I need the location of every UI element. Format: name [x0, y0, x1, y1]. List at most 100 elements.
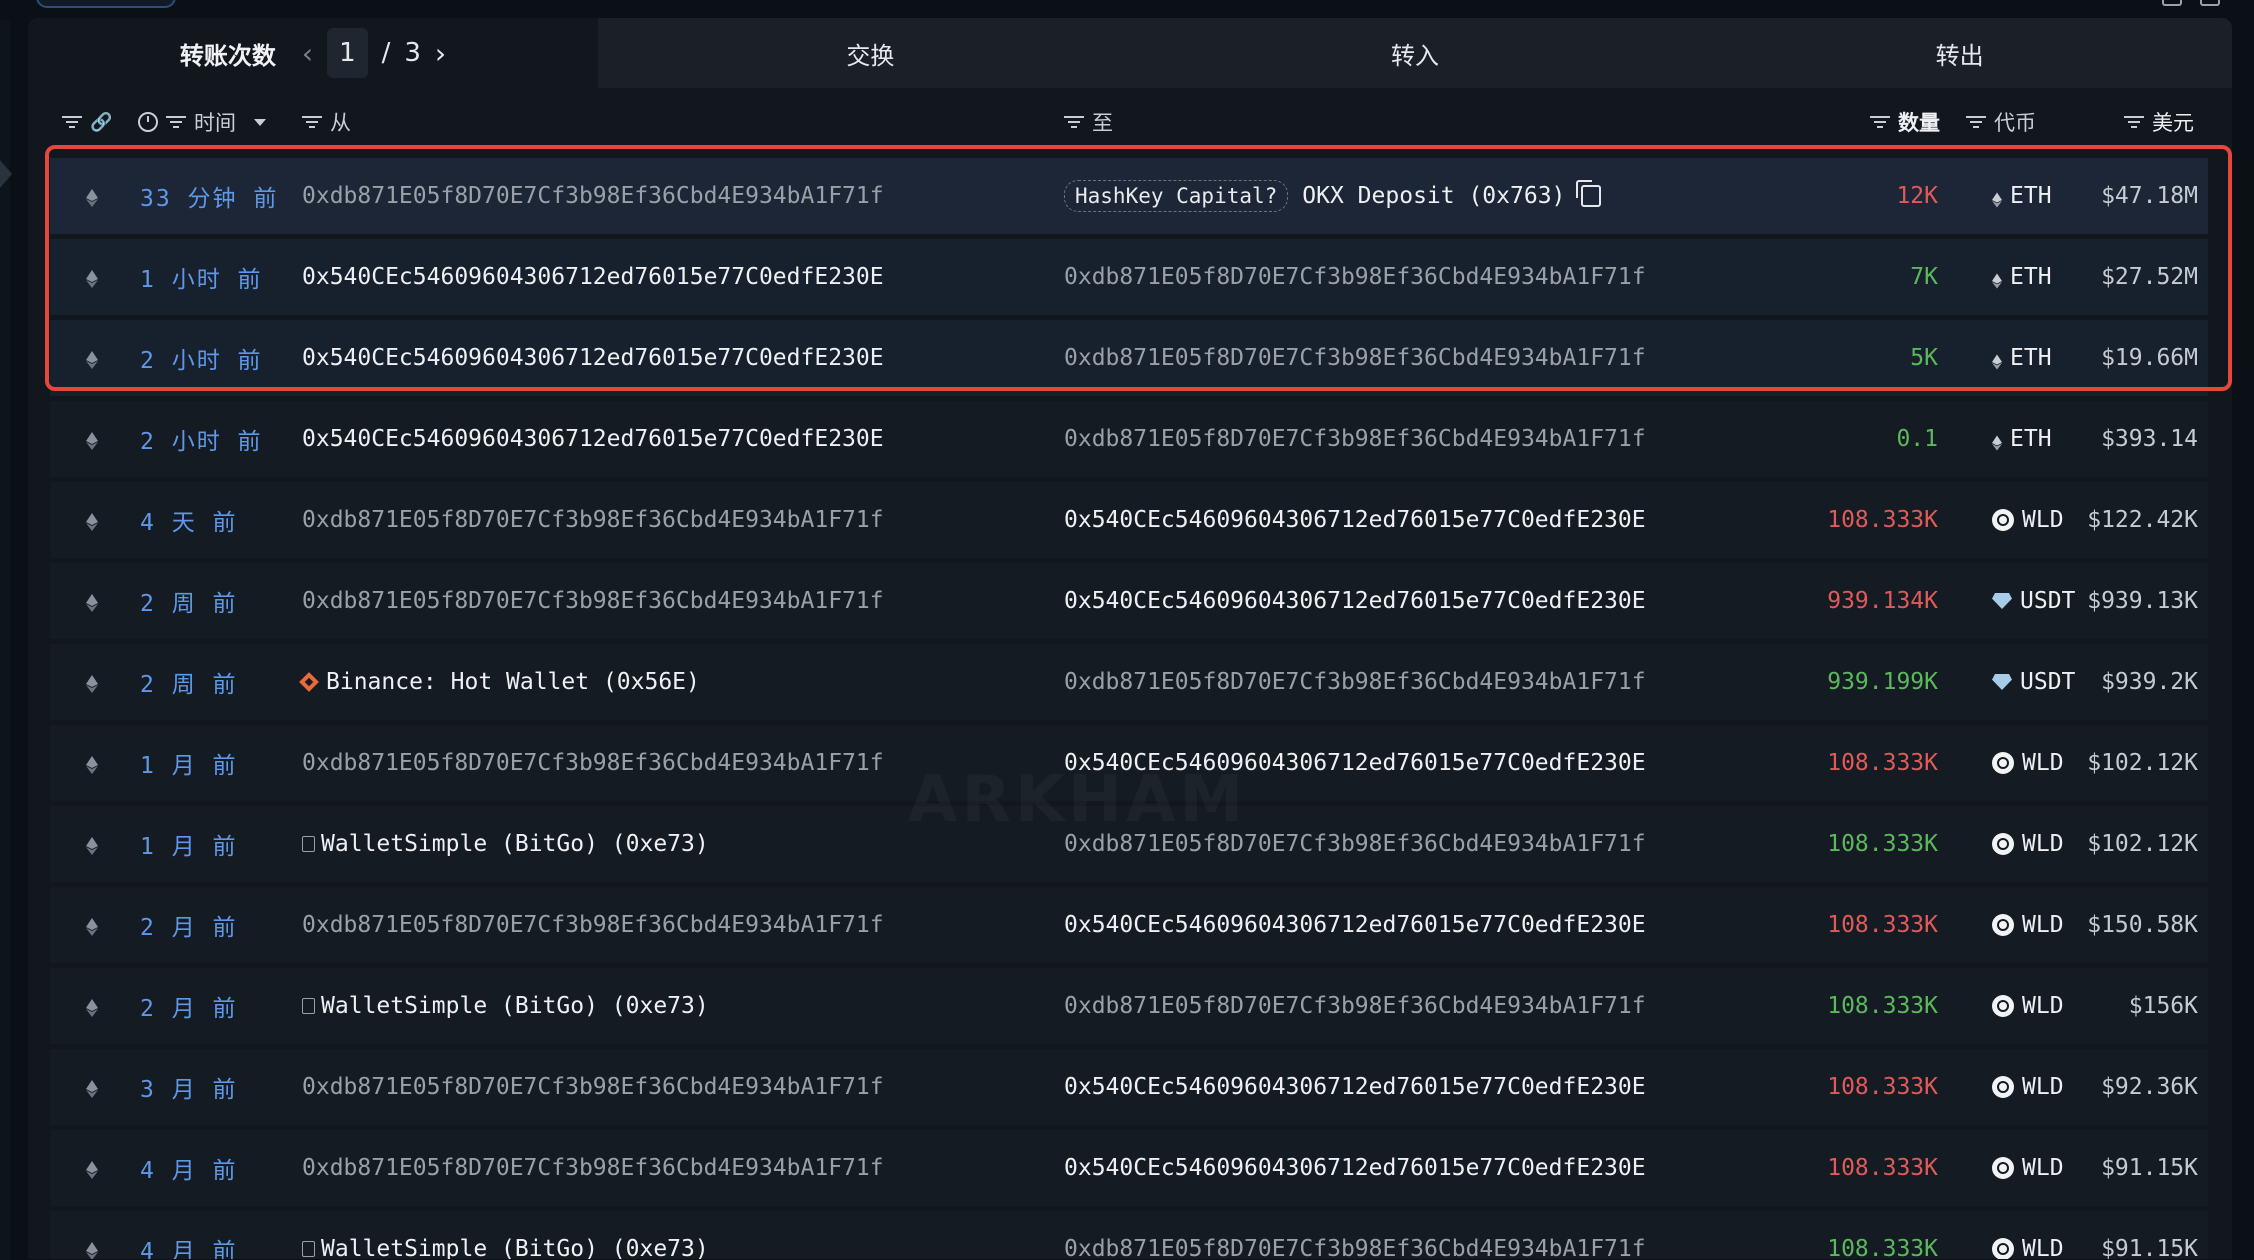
- table-row[interactable]: 4 月 前 WalletSimple (BitGo) (0xe73) 0xdb871…: [50, 1211, 2208, 1259]
- eth-token-icon: [1992, 431, 2002, 451]
- to-address[interactable]: HashKey Capital? OKX Deposit (0x763): [1064, 158, 1602, 234]
- filter-icon[interactable]: [1966, 115, 1986, 129]
- time-link[interactable]: 4 月 前: [140, 1130, 238, 1206]
- to-address[interactable]: 0xdb871E05f8D70E7Cf3b98Ef36Cbd4E934bA1F7…: [1064, 239, 1646, 315]
- ethereum-chain-icon: [86, 754, 98, 774]
- token-cell[interactable]: USDT: [1992, 644, 2075, 720]
- filter-icon[interactable]: [166, 115, 186, 129]
- token-cell[interactable]: WLD: [1992, 482, 2064, 558]
- filter-icon[interactable]: [62, 115, 82, 129]
- from-address[interactable]: 0x540CEc54609604306712ed76015e77C0edfE23…: [302, 320, 884, 396]
- token-cell[interactable]: WLD: [1992, 1211, 2064, 1259]
- sort-desc-icon[interactable]: [254, 118, 266, 126]
- from-column-header[interactable]: 从: [302, 88, 351, 156]
- pager-prev-icon[interactable]: ‹: [302, 37, 313, 70]
- time-link[interactable]: 4 天 前: [140, 482, 238, 558]
- copy-icon[interactable]: [1576, 180, 1602, 207]
- to-address[interactable]: 0xdb871E05f8D70E7Cf3b98Ef36Cbd4E934bA1F7…: [1064, 401, 1646, 477]
- to-address-text: 0x540CEc54609604306712ed76015e77C0edfE23…: [1064, 1155, 1646, 1181]
- token-cell[interactable]: WLD: [1992, 725, 2064, 801]
- from-address[interactable]: 0x540CEc54609604306712ed76015e77C0edfE23…: [302, 401, 884, 477]
- time-link[interactable]: 2 周 前: [140, 563, 238, 639]
- window-icon[interactable]: [2162, 0, 2182, 6]
- to-address[interactable]: 0x540CEc54609604306712ed76015e77C0edfE23…: [1064, 482, 1646, 558]
- time-link[interactable]: 4 月 前: [140, 1211, 238, 1259]
- token-cell[interactable]: ETH: [1992, 158, 2052, 234]
- filter-icon[interactable]: [2124, 115, 2144, 129]
- filter-icon[interactable]: [1870, 115, 1890, 129]
- to-address[interactable]: 0xdb871E05f8D70E7Cf3b98Ef36Cbd4E934bA1F7…: [1064, 968, 1646, 1044]
- token-cell[interactable]: ETH: [1992, 239, 2052, 315]
- from-address[interactable]: 0xdb871E05f8D70E7Cf3b98Ef36Cbd4E934bA1F7…: [302, 482, 884, 558]
- table-row[interactable]: 1 小时 前 0x540CEc54609604306712ed76015e77C0…: [50, 239, 2208, 315]
- from-address[interactable]: 0x540CEc54609604306712ed76015e77C0edfE23…: [302, 239, 884, 315]
- pager-next-icon[interactable]: ›: [435, 37, 446, 70]
- time-link[interactable]: 2 小时 前: [140, 401, 263, 477]
- table-row[interactable]: 33 分钟 前 0xdb871E05f8D70E7Cf3b98Ef36Cbd4E9…: [50, 158, 2208, 234]
- tab-swaps[interactable]: 交换: [598, 18, 1143, 88]
- tab-inflow[interactable]: 转入: [1142, 18, 1688, 88]
- to-address[interactable]: 0x540CEc54609604306712ed76015e77C0edfE23…: [1064, 1049, 1646, 1125]
- time-link[interactable]: 1 小时 前: [140, 239, 263, 315]
- table-row[interactable]: 2 小时 前 0x540CEc54609604306712ed76015e77C0…: [50, 401, 2208, 477]
- collapse-arrow-icon[interactable]: [0, 160, 12, 188]
- table-row[interactable]: 2 月 前 0xdb871E05f8D70E7Cf3b98Ef36Cbd4E934…: [50, 887, 2208, 963]
- from-address[interactable]: 0xdb871E05f8D70E7Cf3b98Ef36Cbd4E934bA1F7…: [302, 1049, 884, 1125]
- time-link[interactable]: 33 分钟 前: [140, 158, 278, 234]
- table-row[interactable]: 2 周 前 Binance: Hot Wallet (0x56E) 0xdb871E…: [50, 644, 2208, 720]
- top-stub-button[interactable]: [36, 0, 176, 8]
- table-row[interactable]: 2 周 前 0xdb871E05f8D70E7Cf3b98Ef36Cbd4E934…: [50, 563, 2208, 639]
- token-cell[interactable]: USDT: [1992, 563, 2075, 639]
- time-link[interactable]: 1 月 前: [140, 806, 238, 882]
- filter-icon[interactable]: [1064, 115, 1084, 129]
- token-cell[interactable]: ETH: [1992, 401, 2052, 477]
- time-link[interactable]: 2 小时 前: [140, 320, 263, 396]
- from-address[interactable]: WalletSimple (BitGo) (0xe73): [302, 806, 709, 882]
- time-link[interactable]: 2 月 前: [140, 968, 238, 1044]
- time-column-header[interactable]: 时间: [138, 88, 266, 156]
- tab-outflow[interactable]: 转出: [1687, 18, 2232, 88]
- to-address[interactable]: 0x540CEc54609604306712ed76015e77C0edfE23…: [1064, 563, 1646, 639]
- chain-filter[interactable]: 🔗: [62, 88, 112, 156]
- table-row[interactable]: 4 月 前 0xdb871E05f8D70E7Cf3b98Ef36Cbd4E934…: [50, 1130, 2208, 1206]
- amount-column-header[interactable]: 数量: [1870, 88, 1940, 156]
- link-icon[interactable]: 🔗: [90, 112, 112, 133]
- from-address[interactable]: 0xdb871E05f8D70E7Cf3b98Ef36Cbd4E934bA1F7…: [302, 887, 884, 963]
- token-cell[interactable]: WLD: [1992, 887, 2064, 963]
- from-address[interactable]: WalletSimple (BitGo) (0xe73): [302, 968, 709, 1044]
- to-address[interactable]: 0x540CEc54609604306712ed76015e77C0edfE23…: [1064, 887, 1646, 963]
- token-cell[interactable]: WLD: [1992, 806, 2064, 882]
- table-row[interactable]: 2 小时 前 0x540CEc54609604306712ed76015e77C0…: [50, 320, 2208, 396]
- token-cell[interactable]: WLD: [1992, 968, 2064, 1044]
- from-address[interactable]: Binance: Hot Wallet (0x56E): [299, 644, 700, 720]
- to-address[interactable]: 0xdb871E05f8D70E7Cf3b98Ef36Cbd4E934bA1F7…: [1064, 1211, 1646, 1259]
- to-address[interactable]: 0xdb871E05f8D70E7Cf3b98Ef36Cbd4E934bA1F7…: [1064, 320, 1646, 396]
- time-link[interactable]: 2 月 前: [140, 887, 238, 963]
- from-address[interactable]: 0xdb871E05f8D70E7Cf3b98Ef36Cbd4E934bA1F7…: [302, 725, 884, 801]
- to-column-header[interactable]: 至: [1064, 88, 1113, 156]
- from-address[interactable]: 0xdb871E05f8D70E7Cf3b98Ef36Cbd4E934bA1F7…: [302, 158, 884, 234]
- token-symbol: ETH: [2010, 345, 2052, 371]
- token-symbol: ETH: [2010, 183, 2052, 209]
- token-cell[interactable]: ETH: [1992, 320, 2052, 396]
- window-icon[interactable]: [2200, 0, 2220, 6]
- from-address[interactable]: 0xdb871E05f8D70E7Cf3b98Ef36Cbd4E934bA1F7…: [302, 563, 884, 639]
- entity-tag[interactable]: HashKey Capital?: [1064, 180, 1289, 212]
- time-link[interactable]: 3 月 前: [140, 1049, 238, 1125]
- table-row[interactable]: 4 天 前 0xdb871E05f8D70E7Cf3b98Ef36Cbd4E934…: [50, 482, 2208, 558]
- from-address[interactable]: 0xdb871E05f8D70E7Cf3b98Ef36Cbd4E934bA1F7…: [302, 1130, 884, 1206]
- to-address[interactable]: 0xdb871E05f8D70E7Cf3b98Ef36Cbd4E934bA1F7…: [1064, 644, 1646, 720]
- usd-column-header[interactable]: 美元: [2124, 88, 2194, 156]
- filter-icon[interactable]: [302, 115, 322, 129]
- table-row[interactable]: 2 月 前 WalletSimple (BitGo) (0xe73) 0xdb871…: [50, 968, 2208, 1044]
- from-address[interactable]: WalletSimple (BitGo) (0xe73): [302, 1211, 709, 1259]
- token-cell[interactable]: WLD: [1992, 1130, 2064, 1206]
- time-link[interactable]: 1 月 前: [140, 725, 238, 801]
- pager-current-page[interactable]: 1: [327, 28, 368, 78]
- tab-transfers[interactable]: 转账次数 ‹ 1 / 3 ›: [28, 18, 598, 88]
- token-cell[interactable]: WLD: [1992, 1049, 2064, 1125]
- table-row[interactable]: 3 月 前 0xdb871E05f8D70E7Cf3b98Ef36Cbd4E934…: [50, 1049, 2208, 1125]
- time-link[interactable]: 2 周 前: [140, 644, 238, 720]
- token-column-header[interactable]: 代币: [1966, 88, 2036, 156]
- to-address[interactable]: 0x540CEc54609604306712ed76015e77C0edfE23…: [1064, 1130, 1646, 1206]
